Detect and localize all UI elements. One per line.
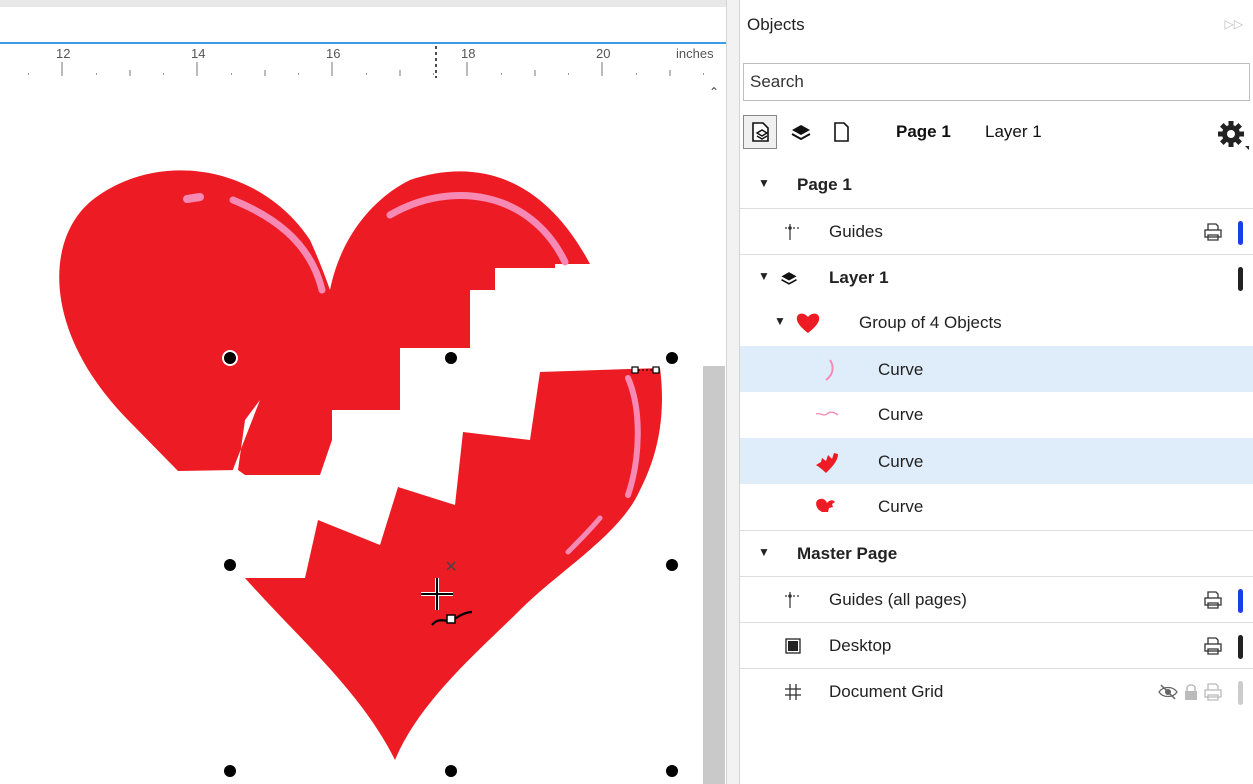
tree-row-label: Layer 1 [829,268,889,287]
expand-toggle-icon[interactable]: ▼ [758,176,770,190]
tree-row-page-1[interactable]: ▼ Page 1 [740,162,1253,208]
search-input[interactable] [743,63,1250,101]
guides-icon [780,587,806,613]
expand-toggle-icon[interactable]: ▼ [774,314,786,328]
tree-row-label: Group of 4 Objects [859,313,1002,332]
drawing-canvas[interactable]: 12 14 16 18 20 inches ⌃ [0,0,726,784]
scroll-up-arrow-icon[interactable]: ⌃ [703,82,725,102]
heart-thumb-icon [795,310,821,336]
layers-view-icon[interactable] [784,115,818,149]
layer-color-indicator[interactable] [1238,221,1243,245]
page-view-icon[interactable] [824,115,858,149]
printer-icon[interactable] [1203,222,1223,242]
objects-view-icon[interactable] [743,115,777,149]
heart-highlight-dot[interactable] [183,193,204,203]
tree-row-label: Guides (all pages) [829,590,967,609]
tree-row-label: Curve [878,360,924,379]
object-tree: ▼ Page 1 Guides ▼ Layer 1 ▼ Group of 4 O… [740,162,1253,714]
tree-row-curve[interactable]: Curve [740,484,1253,530]
app-window: 12 14 16 18 20 inches ⌃ Objects ▷▷ Searc… [0,0,1253,784]
heart-left-piece[interactable] [59,170,591,476]
layer-color-indicator[interactable] [1238,635,1243,659]
expand-toggle-icon[interactable]: ▼ [758,545,770,559]
layer-color-indicator[interactable] [1238,267,1243,291]
heart-half-thumb-icon [814,494,840,520]
panel-header: Objects ▷▷ [740,0,1253,50]
guides-icon [780,219,806,245]
layer-color-indicator[interactable] [1238,681,1243,705]
current-page-label[interactable]: Page 1 [896,122,951,142]
hidden-eye-icon[interactable] [1157,682,1179,702]
tree-row-label: Curve [878,497,924,516]
panel-divider[interactable] [726,0,740,784]
tree-row-guides[interactable]: Guides [740,208,1253,254]
pink-highlight-thumb-icon [814,357,840,383]
tree-row-guides-all-pages[interactable]: Guides (all pages) [740,576,1253,622]
expand-toggle-icon[interactable]: ▼ [758,269,770,283]
panel-title: Objects [747,15,805,34]
printer-disabled-icon[interactable] [1203,682,1223,702]
tree-row-document-grid[interactable]: Document Grid [740,668,1253,714]
gear-icon[interactable] [1215,118,1249,152]
objects-panel: Objects ▷▷ Search Page 1 Layer 1 ▼ Page … [740,0,1253,784]
layers-icon [776,265,802,291]
tree-row-label: Guides [829,222,883,241]
tree-row-desktop[interactable]: Desktop [740,622,1253,668]
tree-row-label: Desktop [829,636,892,655]
vertical-scrollbar[interactable] [703,366,725,784]
current-layer-label[interactable]: Layer 1 [985,122,1042,142]
tree-row-label: Curve [878,452,924,471]
tree-row-layer-1[interactable]: ▼ Layer 1 [740,254,1253,300]
collapse-panel-icon[interactable]: ▷▷ [1225,17,1243,31]
pink-squiggle-thumb-icon [814,402,840,428]
tree-row-label: Master Page [797,544,898,563]
layer-color-indicator[interactable] [1238,589,1243,613]
heart-piece-thumb-icon [814,449,840,475]
tree-row-curve[interactable]: Curve [740,346,1253,392]
tree-row-master-page[interactable]: ▼ Master Page [740,530,1253,576]
tree-row-label: Curve [878,405,924,424]
tree-row-group[interactable]: ▼ Group of 4 Objects [740,300,1253,346]
panel-toolbar: Page 1 Layer 1 [740,110,1253,154]
printer-icon[interactable] [1203,636,1223,656]
printer-icon[interactable] [1203,590,1223,610]
desktop-icon [780,633,806,659]
tree-row-curve[interactable]: Curve [740,438,1253,484]
lock-icon[interactable] [1183,682,1199,702]
artwork[interactable] [0,0,703,784]
tree-row-curve[interactable]: Curve [740,392,1253,438]
grid-icon [780,679,806,705]
tree-row-label: Page 1 [797,175,852,194]
tree-row-label: Document Grid [829,682,944,701]
